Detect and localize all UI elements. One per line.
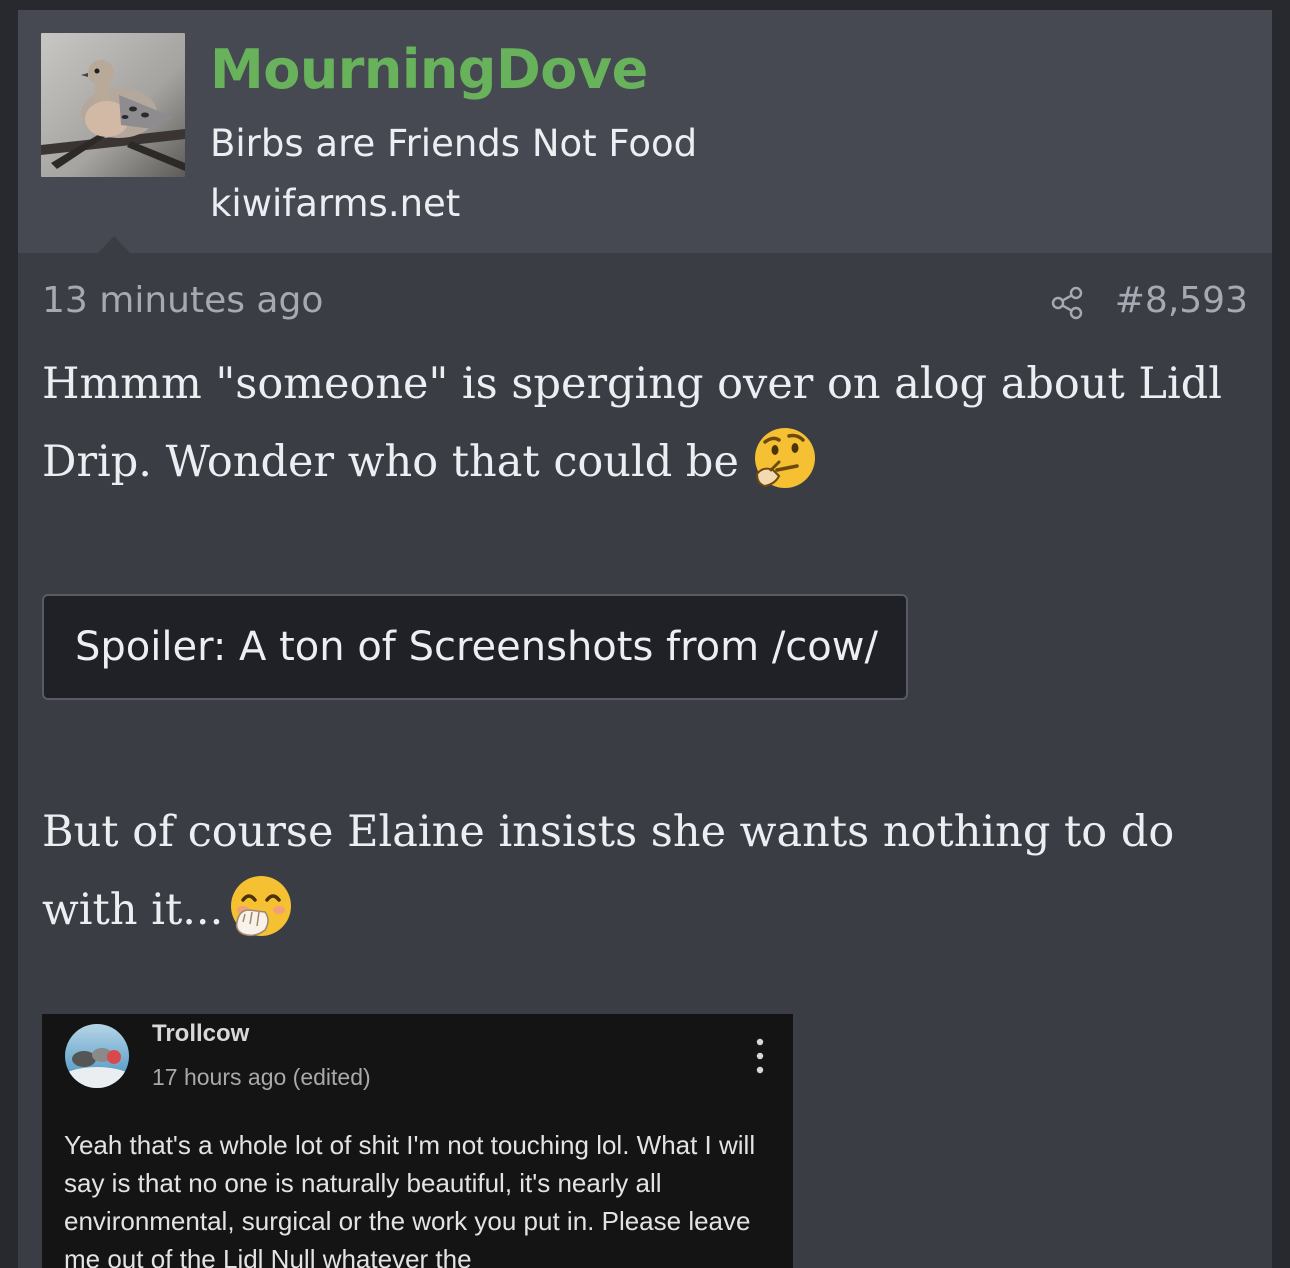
post-container: MourningDove Birbs are Friends Not Food … [18, 10, 1272, 1268]
author-tagline: Birbs are Friends Not Food [210, 122, 698, 165]
share-icon[interactable] [1050, 285, 1086, 321]
post-paragraph-1: Hmmm "someone" is sperging over on alog … [42, 345, 1252, 501]
author-site: kiwifarms.net [210, 182, 461, 225]
mourning-dove-avatar-icon [41, 33, 185, 177]
paragraph-2-text: But of course Elaine insists she wants n… [42, 807, 1175, 935]
author-username[interactable]: MourningDove [210, 38, 648, 101]
paragraph-1-text: Hmmm "someone" is sperging over on alog … [42, 359, 1223, 487]
face-with-hand-over-mouth-emoji-icon [231, 876, 292, 937]
spoiler-button[interactable]: Spoiler: A ton of Screenshots from /cow/ [42, 594, 908, 700]
post-timestamp[interactable]: 13 minutes ago [42, 280, 323, 321]
embedded-screenshot[interactable]: Trollcow 17 hours ago (edited) Yeah that… [42, 1014, 793, 1268]
more-vertical-icon [756, 1038, 764, 1074]
spoiler-label: Spoiler: A ton of Screenshots from /cow/ [75, 624, 878, 670]
avatar[interactable] [41, 33, 185, 177]
post-author-header: MourningDove Birbs are Friends Not Food … [18, 10, 1272, 253]
trollcow-avatar-icon [65, 1024, 129, 1088]
thinking-face-emoji-icon [754, 428, 815, 488]
header-notch [98, 236, 130, 253]
embedded-username: Trollcow [152, 1020, 250, 1047]
post-paragraph-2: But of course Elaine insists she wants n… [42, 793, 1252, 949]
embedded-time: 17 hours ago (edited) [152, 1064, 371, 1090]
post-number-link[interactable]: #8,593 [1115, 280, 1248, 321]
embedded-comment-text: Yeah that's a whole lot of shit I'm not … [64, 1130, 756, 1268]
